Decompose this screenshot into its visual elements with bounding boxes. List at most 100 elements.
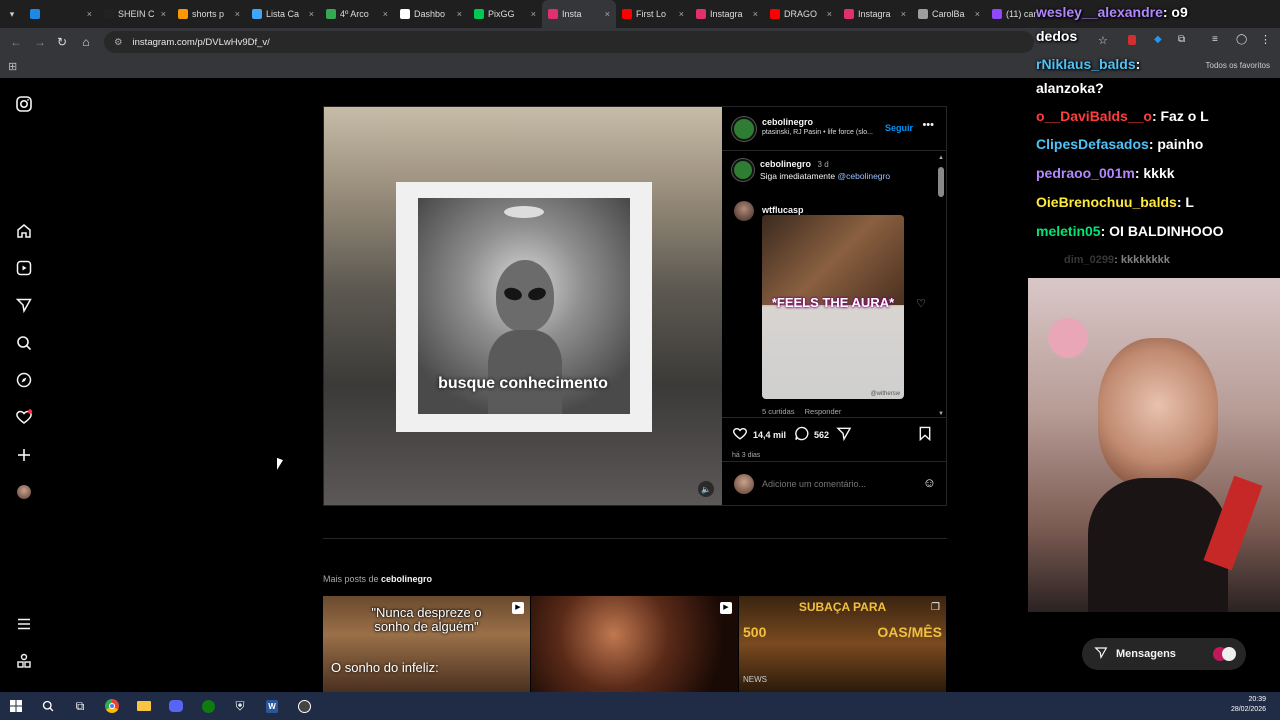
browser-tab[interactable]: Instagra × <box>838 0 912 28</box>
tab-label: PixGG <box>488 9 515 19</box>
reels-icon[interactable] <box>14 258 34 278</box>
profile-avatar[interactable] <box>14 482 34 502</box>
browser-tab[interactable]: shorts p × <box>172 0 246 28</box>
more-post-thumbnail[interactable]: "Nunca despreze o sonho de alguém" O son… <box>323 596 530 692</box>
comment-likes[interactable]: 5 curtidas <box>762 407 795 416</box>
notifications-heart-icon[interactable] <box>14 407 34 427</box>
post-video[interactable]: busque conhecimento 🔈 <box>324 107 722 505</box>
more-post-thumbnail[interactable]: ▶ <box>531 596 738 692</box>
caption-mention-link[interactable]: @cebolinegro <box>838 171 891 181</box>
browser-tab[interactable]: × <box>24 0 98 28</box>
security-shield-icon[interactable]: ⛨ <box>224 692 256 720</box>
chrome-icon[interactable] <box>96 692 128 720</box>
messages-button[interactable]: Mensagens <box>1082 638 1246 670</box>
scroll-up-arrow-icon[interactable]: ▲ <box>938 155 944 161</box>
system-clock[interactable]: 20:39 28/02/2026 <box>1231 695 1266 715</box>
comment-like-heart-icon[interactable]: ♡ <box>916 297 926 310</box>
tab-favicon-icon <box>770 9 780 19</box>
reload-icon[interactable]: ↻ <box>50 35 74 49</box>
tab-close-icon[interactable]: × <box>161 9 166 19</box>
tab-search-icon[interactable]: ▾ <box>0 0 24 28</box>
browser-tab[interactable]: CarolBa × <box>912 0 986 28</box>
tab-close-icon[interactable]: × <box>605 9 610 19</box>
like-heart-icon[interactable] <box>732 426 748 444</box>
caption-author[interactable]: cebolinegro <box>760 159 811 169</box>
commenter-avatar[interactable] <box>734 201 754 221</box>
more-posts-author-link[interactable]: cebolinegro <box>381 574 432 584</box>
tab-close-icon[interactable]: × <box>901 9 906 19</box>
address-bar[interactable]: ⚙ instagram.com/p/DVLwHv9Df_v/ <box>104 31 1034 53</box>
browser-tab[interactable]: SHEIN C × <box>98 0 172 28</box>
add-comment-input[interactable] <box>762 476 912 492</box>
tab-close-icon[interactable]: × <box>531 9 536 19</box>
reply-link[interactable]: Responder <box>805 407 842 416</box>
browser-tab[interactable]: Instagra × <box>690 0 764 28</box>
chat-text: : OI BALDINHOOO <box>1100 223 1224 239</box>
more-posts-heading: Mais posts de cebolinegro <box>323 574 432 584</box>
tab-close-icon[interactable]: × <box>457 9 462 19</box>
author-avatar[interactable] <box>732 117 756 141</box>
direct-send-icon[interactable] <box>14 295 34 315</box>
also-from-meta-icon[interactable] <box>14 651 34 671</box>
task-view-icon[interactable]: ⧉ <box>64 692 96 720</box>
audio-label[interactable]: ptasinski, RJ Pasin • life force (slo... <box>762 129 873 136</box>
explore-compass-icon[interactable] <box>14 370 34 390</box>
author-username[interactable]: cebolinegro <box>762 117 873 127</box>
tab-close-icon[interactable]: × <box>235 9 240 19</box>
share-send-icon[interactable] <box>836 426 852 444</box>
windows-start-icon[interactable] <box>0 692 32 720</box>
likes-count[interactable]: 14,4 mil <box>753 430 786 440</box>
word-icon[interactable]: W <box>256 692 288 720</box>
tab-close-icon[interactable]: × <box>87 9 92 19</box>
obs-icon[interactable] <box>288 692 320 720</box>
message-avatars <box>1213 647 1236 661</box>
tab-close-icon[interactable]: × <box>975 9 980 19</box>
browser-tab[interactable]: Insta × <box>542 0 616 28</box>
commenter-username[interactable]: wtflucasp <box>762 205 804 215</box>
scroll-thumb[interactable] <box>938 167 944 197</box>
search-icon[interactable] <box>32 692 64 720</box>
search-icon[interactable] <box>14 333 34 353</box>
tab-close-icon[interactable]: × <box>309 9 314 19</box>
browser-tab[interactable]: Dashbo × <box>394 0 468 28</box>
browser-tab[interactable]: 4º Arco × <box>320 0 394 28</box>
browser-tab[interactable]: PixGG × <box>468 0 542 28</box>
tab-favicon-icon <box>622 9 632 19</box>
reel-badge-icon: ▶ <box>720 602 732 614</box>
create-plus-icon[interactable] <box>14 445 34 465</box>
comments-count[interactable]: 562 <box>814 430 829 440</box>
tab-close-icon[interactable]: × <box>753 9 758 19</box>
video-frame <box>396 182 652 432</box>
home-icon[interactable]: ⌂ <box>74 35 98 49</box>
tab-close-icon[interactable]: × <box>679 9 684 19</box>
instagram-logo-icon[interactable] <box>14 94 34 114</box>
follow-button[interactable]: Seguir <box>885 123 913 133</box>
browser-tab[interactable]: DRAGO × <box>764 0 838 28</box>
discord-icon[interactable] <box>160 692 192 720</box>
more-post-thumbnail[interactable]: SUBAÇA PARA 500 OAS/MÊS NEWS ❐ <box>739 596 946 692</box>
xbox-icon[interactable] <box>192 692 224 720</box>
file-explorer-icon[interactable] <box>128 692 160 720</box>
save-bookmark-icon[interactable] <box>918 426 932 444</box>
mute-toggle-icon[interactable]: 🔈 <box>698 481 714 497</box>
site-info-icon[interactable]: ⚙ <box>114 37 123 48</box>
thumb-text-line: "Nunca despreze o <box>371 605 482 620</box>
browser-tab[interactable]: First Lo × <box>616 0 690 28</box>
chat-username: dim_0299 <box>1064 254 1115 266</box>
browser-tab[interactable]: Lista Ca × <box>246 0 320 28</box>
forward-icon[interactable]: → <box>28 35 52 49</box>
more-options-icon[interactable]: ••• <box>922 119 934 131</box>
more-menu-icon[interactable] <box>14 614 34 634</box>
tab-favicon-icon <box>30 9 40 19</box>
chat-username: rNiklaus_balds <box>1036 56 1136 72</box>
back-icon[interactable]: ← <box>4 35 28 49</box>
home-nav-icon[interactable] <box>14 221 34 241</box>
comment-bubble-icon[interactable] <box>794 426 810 444</box>
apps-grid-icon[interactable]: ⊞ <box>8 60 17 73</box>
comments-scrollbar[interactable]: ▲ ▼ <box>938 155 944 417</box>
chat-text: : painho <box>1148 136 1204 152</box>
tab-close-icon[interactable]: × <box>383 9 388 19</box>
tab-close-icon[interactable]: × <box>827 9 832 19</box>
caption-avatar[interactable] <box>732 159 754 181</box>
emoji-picker-icon[interactable]: ☺ <box>923 475 936 490</box>
